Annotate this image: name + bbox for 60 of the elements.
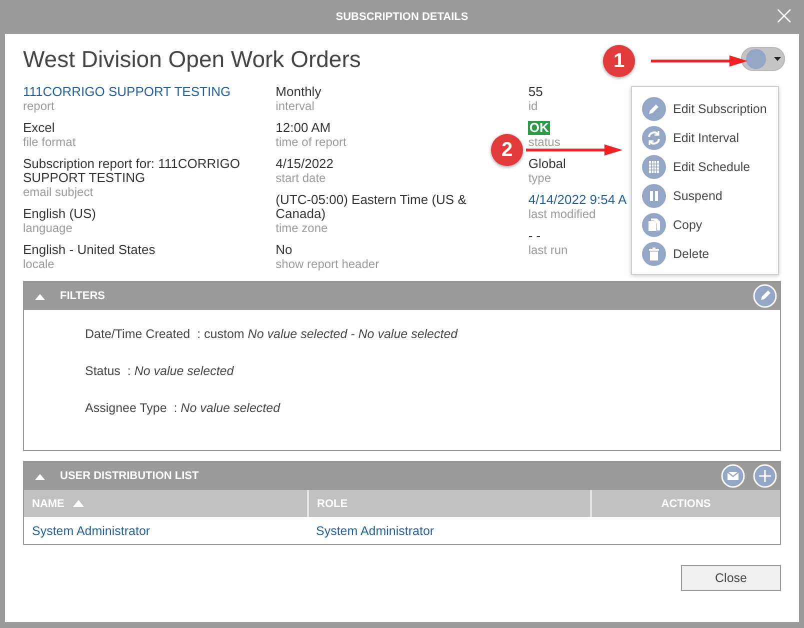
detail-label: time of report xyxy=(276,135,346,149)
copy-icon xyxy=(642,212,666,236)
edit-icon[interactable] xyxy=(753,284,777,308)
calendar-icon xyxy=(642,154,666,178)
detail-value: (UTC-05:00) Eastern Time (US & Canada) xyxy=(276,193,468,221)
detail-label: file format xyxy=(23,135,76,149)
detail-value: 4/15/2022 xyxy=(276,157,334,171)
edit-icon xyxy=(642,96,666,120)
detail-label: start date xyxy=(276,171,326,185)
detail-link[interactable]: 111CORRIGO SUPPORT TESTING xyxy=(23,85,231,99)
menu-item[interactable]: Edit Interval xyxy=(642,123,778,152)
pause-icon xyxy=(642,184,666,208)
refresh-icon xyxy=(642,126,666,150)
table-link[interactable]: System Administrator xyxy=(32,524,150,538)
detail-value: Monthly xyxy=(276,85,322,99)
detail-label: last modified xyxy=(528,207,596,221)
collapse-icon[interactable] xyxy=(35,292,45,300)
panel-title: USER DISTRIBUTION LIST xyxy=(60,470,200,482)
detail-label: status xyxy=(528,135,560,149)
detail-value: Global xyxy=(528,157,566,171)
annotation-marker: 2 xyxy=(491,134,523,166)
detail-link[interactable]: 4/14/2022 9:54 A xyxy=(528,193,627,207)
collapse-icon[interactable] xyxy=(35,472,45,480)
close-button[interactable]: Close xyxy=(681,565,781,591)
detail-label: time zone xyxy=(276,221,328,235)
detail-value: English (US) xyxy=(23,207,96,221)
panel-title: FILTERS xyxy=(60,290,106,302)
filter-text: Date/Time Created : custom No value selected - No value selected xyxy=(85,327,459,341)
filter-text: Status : No value selected xyxy=(85,364,235,378)
detail-label: email subject xyxy=(23,185,94,199)
menu-item[interactable]: Edit Schedule xyxy=(642,152,778,181)
detail-label: language xyxy=(23,221,72,235)
table-link[interactable]: System Administrator xyxy=(316,524,434,538)
detail-label: interval xyxy=(276,99,314,113)
detail-value: Excel xyxy=(23,121,55,135)
delete-icon xyxy=(642,242,666,266)
mail-icon[interactable] xyxy=(721,464,745,488)
detail-label: report xyxy=(23,99,54,113)
detail-value: - - xyxy=(528,229,541,243)
detail-value: No xyxy=(276,243,292,257)
menu-item[interactable]: Suspend xyxy=(642,181,778,210)
detail-label: last run xyxy=(528,243,568,257)
report-title: West Division Open Work Orders xyxy=(23,45,361,74)
menu-item[interactable]: Copy xyxy=(642,210,778,239)
annotation-marker: 1 xyxy=(603,45,635,77)
actions-menu-button[interactable] xyxy=(741,47,785,71)
detail-value: 55 xyxy=(528,85,543,99)
status-badge: OK xyxy=(528,121,550,135)
add-icon[interactable] xyxy=(753,464,777,488)
menu-item[interactable]: Delete xyxy=(642,239,778,268)
detail-label: type xyxy=(528,171,552,185)
detail-value: Subscription report for: 111CORRIGO SUPPORT TESTING xyxy=(23,157,241,185)
filter-text: Assignee Type : No value selected xyxy=(85,401,282,415)
detail-label: id xyxy=(528,99,538,113)
detail-value: 12:00 AM xyxy=(276,121,331,135)
detail-label: show report header xyxy=(276,257,380,271)
detail-value: English - United States xyxy=(23,243,156,257)
dialog-title: SUBSCRIPTION DETAILS xyxy=(336,11,468,23)
menu-item[interactable]: Edit Subscription xyxy=(642,94,778,123)
detail-label: locale xyxy=(23,257,54,271)
